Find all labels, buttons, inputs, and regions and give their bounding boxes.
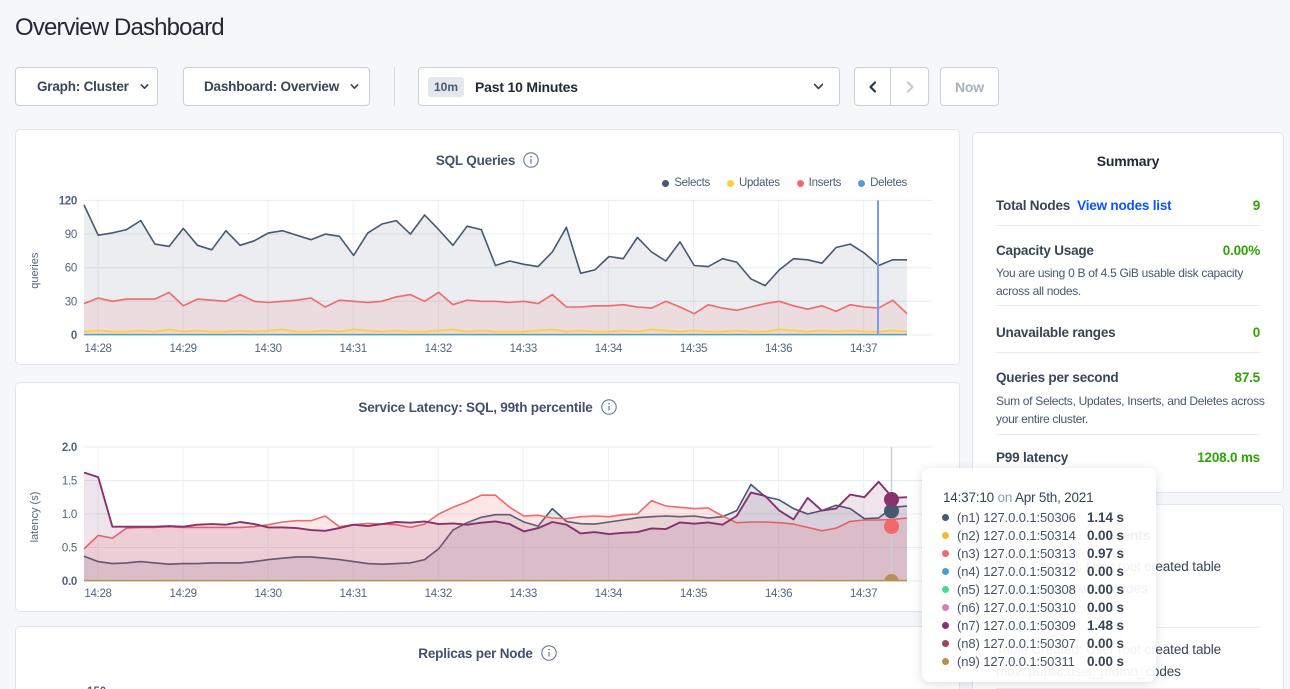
svg-text:0.5: 0.5 <box>62 543 77 555</box>
svg-text:14:32: 14:32 <box>425 588 452 600</box>
svg-text:1.5: 1.5 <box>62 476 77 488</box>
svg-text:14:31: 14:31 <box>340 343 367 355</box>
svg-text:14:30: 14:30 <box>254 588 281 600</box>
svg-text:14:36: 14:36 <box>765 343 792 355</box>
svg-text:14:36: 14:36 <box>765 588 792 600</box>
svg-text:14:34: 14:34 <box>595 588 623 600</box>
svg-text:30: 30 <box>65 296 77 308</box>
svg-text:latency (s): latency (s) <box>29 492 41 543</box>
svg-text:14:35: 14:35 <box>680 343 707 355</box>
svg-text:2.0: 2.0 <box>62 442 77 454</box>
svg-text:0.0: 0.0 <box>62 576 77 588</box>
svg-text:14:28: 14:28 <box>84 588 111 600</box>
svg-text:14:33: 14:33 <box>510 588 537 600</box>
svg-text:120: 120 <box>59 195 77 207</box>
svg-text:14:30: 14:30 <box>254 343 281 355</box>
svg-text:14:31: 14:31 <box>340 588 367 600</box>
svg-text:14:29: 14:29 <box>169 343 196 355</box>
svg-text:14:37: 14:37 <box>850 343 877 355</box>
svg-text:0: 0 <box>71 330 77 342</box>
svg-text:14:28: 14:28 <box>84 343 111 355</box>
svg-text:14:37: 14:37 <box>850 588 877 600</box>
svg-text:14:32: 14:32 <box>425 343 452 355</box>
svg-text:60: 60 <box>65 263 77 275</box>
svg-text:14:33: 14:33 <box>510 343 537 355</box>
svg-text:queries: queries <box>29 252 41 289</box>
svg-text:14:35: 14:35 <box>680 588 707 600</box>
svg-text:14:29: 14:29 <box>169 588 196 600</box>
svg-text:90: 90 <box>65 229 77 241</box>
svg-text:14:34: 14:34 <box>595 343 623 355</box>
svg-text:1.0: 1.0 <box>62 509 77 521</box>
